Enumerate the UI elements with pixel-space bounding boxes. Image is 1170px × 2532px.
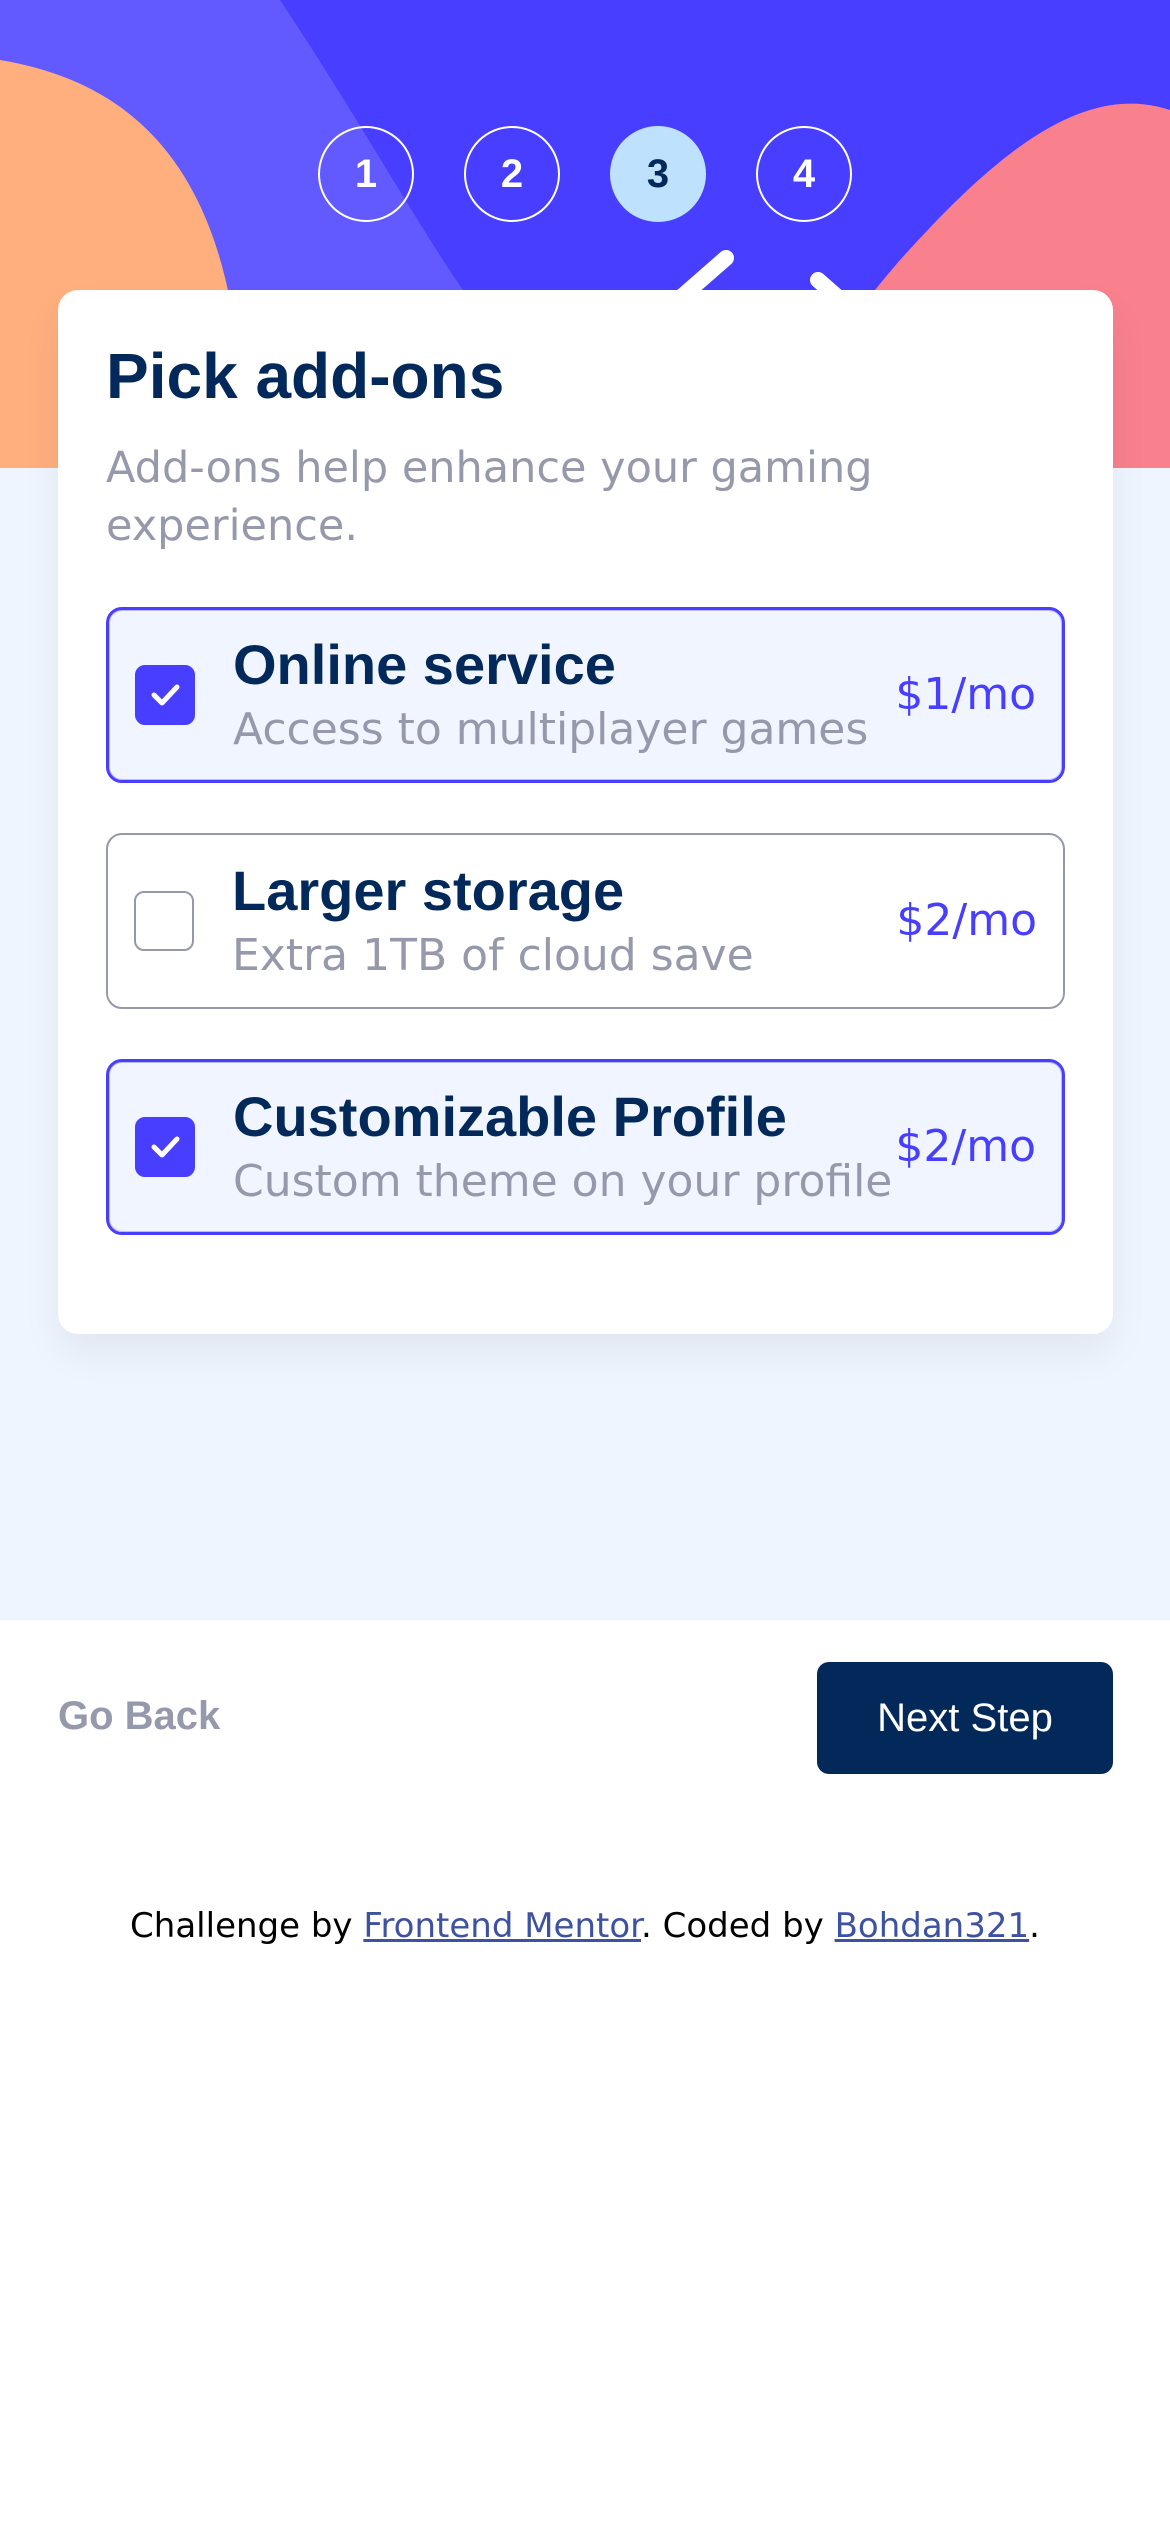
attribution-middle: . Coded by: [641, 1906, 835, 1946]
step-1[interactable]: 1: [318, 126, 414, 222]
form-card: Pick add-ons Add-ons help enhance your g…: [58, 290, 1113, 1334]
attribution-prefix: Challenge by: [130, 1906, 364, 1946]
step-4[interactable]: 4: [756, 126, 852, 222]
go-back-button[interactable]: Go Back: [58, 1694, 220, 1739]
attribution: Challenge by Frontend Mentor. Coded by B…: [0, 1906, 1170, 1946]
addon-customizable-profile[interactable]: Customizable Profile Custom theme on you…: [106, 1058, 1065, 1235]
addon-name: Customizable Profile: [233, 1085, 787, 1149]
checkmark-icon: [151, 684, 180, 706]
addon-price: $2/mo: [896, 895, 1037, 947]
checkmark-icon: [151, 1136, 180, 1158]
page: 1 2 3 4 Pick add-ons Add-ons help enhanc…: [0, 0, 1170, 2532]
step-2[interactable]: 2: [464, 126, 560, 222]
addon-text: Online service Access to multiplayer gam…: [233, 633, 895, 756]
addon-name: Online service: [233, 633, 616, 697]
next-step-button[interactable]: Next Step: [817, 1662, 1113, 1774]
addon-price: $2/mo: [895, 1121, 1036, 1173]
checkbox[interactable]: [135, 664, 195, 725]
addon-description: Extra 1TB of cloud save: [232, 929, 754, 981]
step-3[interactable]: 3: [610, 126, 706, 222]
frontend-mentor-link[interactable]: Frontend Mentor: [363, 1906, 641, 1946]
addon-larger-storage[interactable]: Larger storage Extra 1TB of cloud save $…: [106, 832, 1065, 1009]
page-title: Pick add-ons: [106, 340, 505, 412]
addon-description: Custom theme on your profile: [233, 1155, 893, 1207]
step-indicators: 1 2 3 4: [0, 126, 1170, 222]
addon-description: Access to multiplayer games: [233, 703, 869, 755]
addon-text: Customizable Profile Custom theme on you…: [233, 1085, 895, 1208]
addon-list: Online service Access to multiplayer gam…: [106, 606, 1065, 1235]
bottom-nav: Go Back Next Step: [0, 1620, 1170, 1880]
page-subtitle: Add-ons help enhance your gaming experie…: [106, 442, 873, 551]
addon-name: Larger storage: [232, 859, 625, 923]
addon-online-service[interactable]: Online service Access to multiplayer gam…: [106, 606, 1065, 783]
checkbox[interactable]: [134, 890, 194, 951]
attribution-suffix: .: [1029, 1906, 1040, 1946]
checkbox[interactable]: [135, 1116, 195, 1177]
addon-price: $1/mo: [895, 669, 1036, 721]
addon-text: Larger storage Extra 1TB of cloud save: [232, 859, 896, 982]
author-link[interactable]: Bohdan321: [835, 1906, 1030, 1946]
